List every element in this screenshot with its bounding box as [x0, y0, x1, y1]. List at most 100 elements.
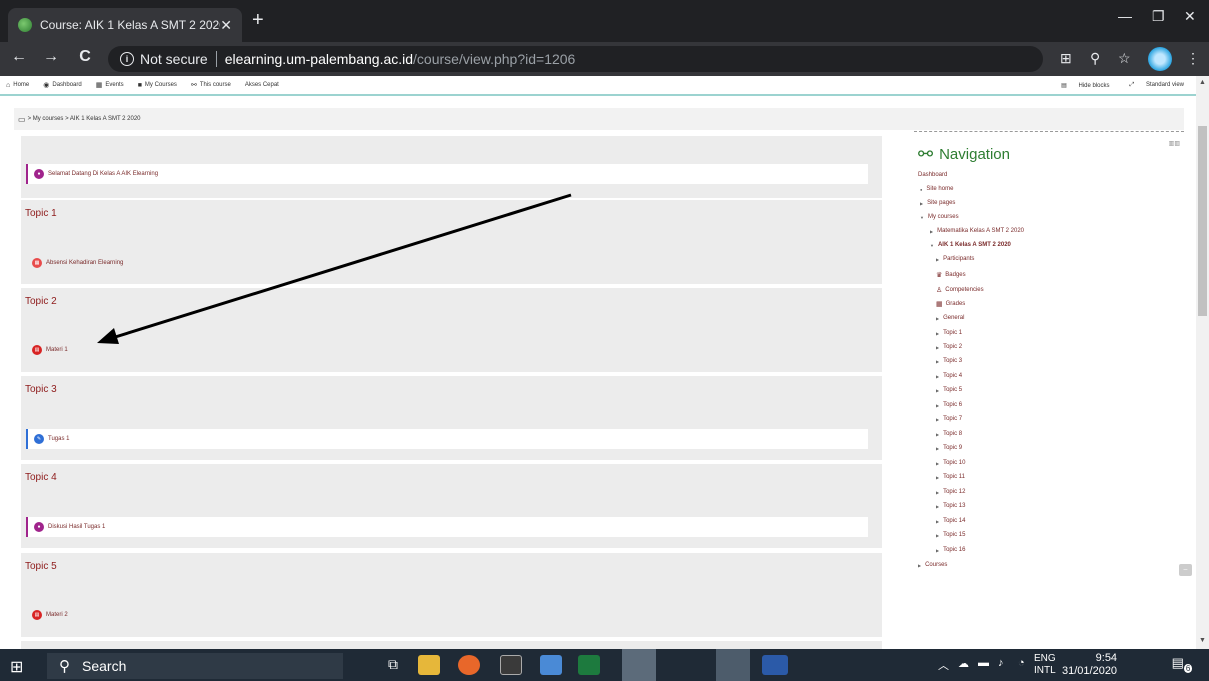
hide-blocks-button[interactable]: ▤ Hide blocks — [1051, 82, 1109, 89]
wifi-icon[interactable]: ◔ — [1018, 657, 1025, 669]
nav-badges[interactable]: ♛ Badges — [936, 271, 966, 279]
nav-topic[interactable]: ▶ Topic 5 — [936, 387, 962, 393]
address-bar[interactable]: i Not secure elearning.um-palembang.ac.i… — [108, 46, 1043, 72]
nav-general[interactable]: ▶ General — [936, 315, 964, 321]
taskbar-clock[interactable]: 9:54 31/01/2020 — [1062, 652, 1117, 678]
nav-topic[interactable]: ▶ Topic 4 — [936, 373, 962, 379]
activity-materi-1[interactable]: ▤ Materi 1 — [26, 340, 868, 360]
expand-icon: ⤢ — [1129, 82, 1135, 88]
breadcrumb-text[interactable]: > My courses > AIK 1 Kelas A SMT 2 2020 — [28, 116, 141, 122]
close-window-button[interactable]: ✕ — [1184, 8, 1196, 25]
activity-forum-welcome[interactable]: ● Selamat Datang Di Kelas A AIK Elearnin… — [26, 164, 868, 184]
page-scrollbar[interactable]: ▲ ▼ — [1196, 76, 1209, 649]
restore-button[interactable]: ❐ — [1152, 8, 1165, 25]
chevron-down-icon: ▼ — [930, 242, 934, 248]
nav-topic[interactable]: ▶ Topic 11 — [936, 474, 965, 480]
nav-topic[interactable]: ▶ Topic 7 — [936, 416, 962, 422]
profile-avatar[interactable] — [1148, 47, 1172, 71]
activity-label: Selamat Datang Di Kelas A AIK Elearning — [48, 171, 159, 177]
nav-topic[interactable]: ▶ Topic 6 — [936, 402, 962, 408]
nav-topic[interactable]: ▶ Topic 2 — [936, 344, 962, 350]
battery-icon[interactable]: ▬ — [978, 657, 989, 669]
nav-topic[interactable]: ▶ Topic 1 — [936, 330, 962, 336]
activity-materi-2[interactable]: ▤ Materi 2 — [26, 605, 868, 625]
activity-forum-diskusi[interactable]: ● Diskusi Hasil Tugas 1 — [26, 517, 868, 537]
block-controls-icon[interactable]: ▥▥ — [1169, 140, 1180, 147]
bookmark-star-icon[interactable]: ☆ — [1118, 50, 1131, 67]
chevron-right-icon: ▶ — [936, 256, 940, 262]
excel-icon[interactable] — [578, 655, 600, 675]
chevron-right-icon: ▶ — [936, 503, 940, 509]
minimize-button[interactable]: — — [1118, 8, 1132, 24]
volume-icon[interactable]: ♪ — [998, 657, 1004, 669]
info-icon[interactable]: i — [120, 52, 134, 66]
notification-center-icon[interactable]: ▤ 6 — [1171, 655, 1193, 675]
word-icon[interactable] — [762, 655, 788, 675]
nav-this-course[interactable]: ⚯ This course — [191, 81, 231, 89]
bullet-icon: ● — [920, 186, 923, 192]
chevron-right-icon: ▶ — [936, 373, 940, 379]
section-title[interactable]: Topic 1 — [25, 208, 57, 219]
nav-grades[interactable]: ▦ Grades — [936, 300, 965, 308]
nav-topic[interactable]: ▶ Topic 14 — [936, 518, 965, 524]
app-icon[interactable] — [622, 649, 656, 681]
nav-dashboard-link[interactable]: Dashboard — [918, 172, 947, 178]
activity-assignment-tugas-1[interactable]: ✎ Tugas 1 — [26, 429, 868, 449]
nav-topic[interactable]: ▶ Topic 8 — [936, 431, 962, 437]
tab-close-icon[interactable]: ✕ — [220, 17, 232, 34]
section-title[interactable]: Topic 4 — [25, 472, 57, 483]
nav-home[interactable]: ⌂ Home — [6, 82, 29, 89]
nav-topic[interactable]: ▶ Topic 12 — [936, 489, 965, 495]
section-title[interactable]: Topic 5 — [25, 561, 57, 572]
section-title[interactable]: Topic 2 — [25, 296, 57, 307]
nav-topic[interactable]: ▶ Topic 13 — [936, 503, 965, 509]
menu-dots-icon[interactable]: ⋮ — [1186, 50, 1200, 67]
file-explorer-icon[interactable] — [418, 655, 440, 675]
back-button[interactable]: ← — [8, 48, 30, 66]
taskbar-search-input[interactable]: ⚲ Search — [47, 653, 343, 679]
nav-dashboard[interactable]: ◉ Dashboard — [43, 81, 81, 89]
nav-course-matematika[interactable]: ▶ Matematika Kelas A SMT 2 2020 — [930, 228, 1024, 234]
browser-tab[interactable]: Course: AIK 1 Kelas A SMT 2 2020 ✕ — [8, 8, 242, 42]
scroll-down-icon[interactable]: ▼ — [1199, 637, 1206, 644]
nav-site-home[interactable]: ● Site home — [920, 186, 953, 192]
onedrive-icon[interactable]: ☁ — [958, 657, 969, 670]
translate-icon[interactable]: ⊞ — [1060, 50, 1072, 67]
nav-topic[interactable]: ▶ Topic 10 — [936, 460, 965, 466]
tray-chevron-up-icon[interactable]: ︿ — [938, 657, 949, 673]
language-indicator[interactable]: ENG INTL — [1034, 653, 1056, 677]
forward-button[interactable]: → — [40, 48, 62, 66]
scroll-thumb[interactable] — [1198, 126, 1207, 316]
terminal-icon[interactable] — [500, 655, 522, 675]
network-app-icon[interactable] — [540, 655, 562, 675]
new-tab-button[interactable]: + — [252, 10, 264, 30]
nav-akses-cepat[interactable]: Akses Cepat — [245, 82, 279, 88]
zoom-icon[interactable]: ⚲ — [1090, 50, 1100, 67]
firefox-icon[interactable] — [458, 655, 480, 675]
nav-topic[interactable]: ▶ Topic 3 — [936, 358, 962, 364]
task-view-icon[interactable]: ⧉ — [388, 656, 398, 673]
scroll-up-icon[interactable]: ▲ — [1199, 79, 1206, 86]
standard-view-button[interactable]: ⤢ Standard view — [1119, 82, 1184, 89]
reload-button[interactable]: C — [74, 48, 96, 66]
nav-courses[interactable]: ▶ Courses — [918, 562, 947, 568]
nav-topic[interactable]: ▶ Topic 9 — [936, 445, 962, 451]
nav-my-courses[interactable]: ■ My Courses — [138, 82, 177, 89]
nav-topic[interactable]: ▶ Topic 16 — [936, 547, 965, 553]
section-title[interactable]: Topic 3 — [25, 384, 57, 395]
site-navbar: ⌂ Home ◉ Dashboard ▦ Events ■ My Courses ⚯ Th… — [0, 76, 1196, 96]
windows-start-icon[interactable]: ⊞ — [10, 657, 23, 677]
nav-site-pages[interactable]: ▶ Site pages — [920, 200, 955, 206]
dock-block-button[interactable]: – — [1179, 564, 1192, 576]
security-indicator[interactable]: Not secure — [140, 51, 208, 67]
nav-course-current[interactable]: ▼ AIK 1 Kelas A SMT 2 2020 — [930, 242, 1011, 248]
chrome-icon[interactable] — [716, 649, 750, 681]
nav-participants[interactable]: ▶ Participants — [936, 256, 974, 262]
nav-topic[interactable]: ▶ Topic 15 — [936, 532, 965, 538]
sitemap-icon: ⚯ — [190, 82, 197, 89]
activity-attendance[interactable]: ▦ Absensi Kehadiran Elearning — [26, 253, 868, 273]
chevron-right-icon: ▶ — [936, 416, 940, 422]
nav-my-courses[interactable]: ▼ My courses — [920, 214, 959, 220]
nav-competencies[interactable]: ♙ Competencies — [936, 286, 984, 294]
nav-events[interactable]: ▦ Events — [96, 81, 124, 89]
